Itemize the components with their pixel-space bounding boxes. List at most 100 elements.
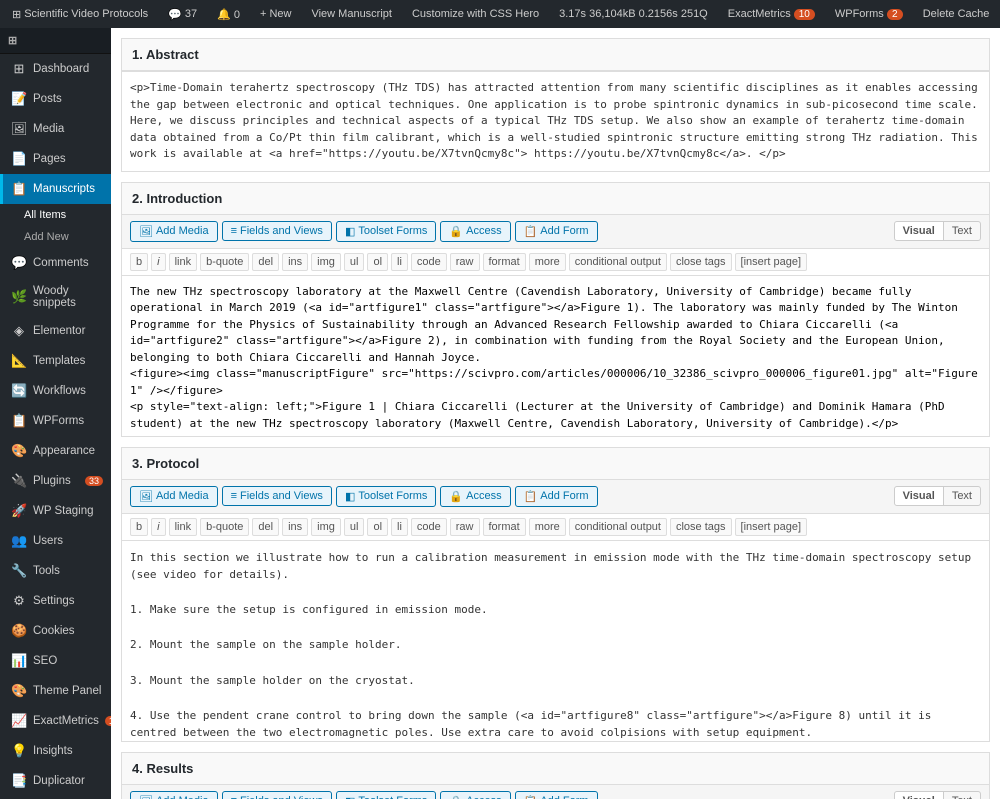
comments-count[interactable]: 💬 37 [164,8,201,21]
sidebar-item-settings[interactable]: ⚙ Settings [0,586,111,616]
sidebar-item-woody[interactable]: 🌿 Woody snippets [0,278,111,316]
ul-btn-protocol[interactable]: ul [344,518,365,536]
access-button-results[interactable]: 🔒 Access [440,791,510,799]
li-btn-protocol[interactable]: li [391,518,408,536]
fields-views-label: Fields and Views [240,795,323,799]
bquote-btn-intro[interactable]: b-quote [200,253,249,271]
sidebar-item-users[interactable]: 👥 Users [0,526,111,556]
sidebar-item-comments[interactable]: 💬 Comments [0,248,111,278]
fields-views-button-protocol[interactable]: ≡ Fields and Views [222,486,332,506]
text-button-intro[interactable]: Text [944,221,981,241]
site-name[interactable]: ⊞ Scientific Video Protocols [8,8,152,21]
css-hero[interactable]: Customize with CSS Hero [408,8,543,20]
sidebar-item-plugins[interactable]: 🔌 Plugins 33 [0,466,111,496]
insert-page-btn-protocol[interactable]: [insert page] [735,518,808,536]
sidebar-item-add-new[interactable]: Add New [0,226,111,248]
more-btn-intro[interactable]: more [529,253,566,271]
sidebar-item-label: WPForms [33,415,84,427]
fields-views-button-intro[interactable]: ≡ Fields and Views [222,221,332,241]
sidebar-item-label: Duplicator [33,775,85,787]
new-post[interactable]: 🔔 0 [213,8,244,21]
ol-btn-protocol[interactable]: ol [367,518,388,536]
toolset-forms-button-results[interactable]: ◧ Toolset Forms [336,791,436,799]
close-tags-btn-intro[interactable]: close tags [670,253,732,271]
li-btn-intro[interactable]: li [391,253,408,271]
sidebar: ⊞ ⊞ Dashboard 📝 Posts 🖼 Media 📄 Pages 📋 … [0,28,111,799]
add-form-button-results[interactable]: 📋 Add Form [515,791,598,799]
visual-button-intro[interactable]: Visual [894,221,944,241]
conditional-output-btn-protocol[interactable]: conditional output [569,518,667,536]
sidebar-item-insights[interactable]: 💡 Insights [0,736,111,766]
toolset-forms-icon: ◧ [345,795,355,799]
sidebar-item-seo[interactable]: 📊 SEO [0,646,111,676]
more-btn-protocol[interactable]: more [529,518,566,536]
ol-btn-intro[interactable]: ol [367,253,388,271]
format-btn-intro[interactable]: format [483,253,526,271]
sidebar-item-elementor[interactable]: ◈ Elementor [0,316,111,346]
access-button-protocol[interactable]: 🔒 Access [440,486,510,507]
sidebar-item-appearance[interactable]: 🎨 Appearance [0,436,111,466]
text-button-protocol[interactable]: Text [944,486,981,506]
section-introduction: 2. Introduction 🖼 Add Media ≡ Fields and… [121,182,990,437]
toolset-forms-button-protocol[interactable]: ◧ Toolset Forms [336,486,436,507]
close-tags-btn-protocol[interactable]: close tags [670,518,732,536]
ins-btn-intro[interactable]: ins [282,253,308,271]
toolset-forms-button-intro[interactable]: ◧ Toolset Forms [336,221,436,242]
text-button-results[interactable]: Text [944,791,981,799]
visual-button-results[interactable]: Visual [894,791,944,799]
add-media-icon: 🖼 [139,225,153,238]
sidebar-item-pages[interactable]: 📄 Pages [0,144,111,174]
wpforms-admin[interactable]: WPForms 2 [831,8,907,20]
sidebar-item-workflows[interactable]: 🔄 Workflows [0,376,111,406]
ins-btn-protocol[interactable]: ins [282,518,308,536]
raw-btn-intro[interactable]: raw [450,253,480,271]
code-btn-protocol[interactable]: code [411,518,447,536]
link-btn-protocol[interactable]: link [169,518,198,536]
access-button-intro[interactable]: 🔒 Access [440,221,510,242]
bquote-btn-protocol[interactable]: b-quote [200,518,249,536]
sidebar-item-all-items[interactable]: All Items [0,204,111,226]
italic-btn-intro[interactable]: i [151,253,165,271]
bold-btn-intro[interactable]: b [130,253,148,271]
add-media-button-protocol[interactable]: 🖼 Add Media [130,486,218,507]
fields-views-button-results[interactable]: ≡ Fields and Views [222,791,332,799]
sidebar-item-posts[interactable]: 📝 Posts [0,84,111,114]
sidebar-item-exactmetrics[interactable]: 📈 ExactMetrics 10 [0,706,111,736]
sidebar-item-tools[interactable]: 🔧 Tools [0,556,111,586]
conditional-output-btn-intro[interactable]: conditional output [569,253,667,271]
img-btn-protocol[interactable]: img [311,518,341,536]
sidebar-item-duplicator[interactable]: 📑 Duplicator [0,766,111,796]
insert-page-btn-intro[interactable]: [insert page] [735,253,808,271]
sidebar-item-media[interactable]: 🖼 Media [0,114,111,144]
add-form-button-protocol[interactable]: 📋 Add Form [515,486,598,507]
new-button[interactable]: + New [256,8,296,20]
visual-button-protocol[interactable]: Visual [894,486,944,506]
img-btn-intro[interactable]: img [311,253,341,271]
sidebar-item-cookies[interactable]: 🍪 Cookies [0,616,111,646]
add-media-button-results[interactable]: 🖼 Add Media [130,791,218,799]
toolset-forms-icon: ◧ [345,490,355,503]
abstract-content: <p>Time-Domain terahertz spectroscopy (T… [122,71,989,171]
exact-metrics[interactable]: ExactMetrics 10 [724,8,819,20]
toolset-forms-label: Toolset Forms [358,795,427,799]
italic-btn-protocol[interactable]: i [151,518,165,536]
del-btn-intro[interactable]: del [252,253,279,271]
link-btn-intro[interactable]: link [169,253,198,271]
del-btn-protocol[interactable]: del [252,518,279,536]
raw-btn-protocol[interactable]: raw [450,518,480,536]
add-form-button-intro[interactable]: 📋 Add Form [515,221,598,242]
view-manuscript[interactable]: View Manuscript [307,8,396,20]
sidebar-item-templates[interactable]: 📐 Templates [0,346,111,376]
format-btn-protocol[interactable]: format [483,518,526,536]
code-btn-intro[interactable]: code [411,253,447,271]
sidebar-item-theme-panel[interactable]: 🎨 Theme Panel [0,676,111,706]
woody-icon: 🌿 [11,289,27,305]
delete-cache[interactable]: Delete Cache [919,8,994,20]
sidebar-item-wpforms[interactable]: 📋 WPForms [0,406,111,436]
sidebar-item-wp-staging[interactable]: 🚀 WP Staging [0,496,111,526]
bold-btn-protocol[interactable]: b [130,518,148,536]
sidebar-item-dashboard[interactable]: ⊞ Dashboard [0,54,111,84]
sidebar-item-manuscripts[interactable]: 📋 Manuscripts [0,174,111,204]
add-media-button-intro[interactable]: 🖼 Add Media [130,221,218,242]
ul-btn-intro[interactable]: ul [344,253,365,271]
